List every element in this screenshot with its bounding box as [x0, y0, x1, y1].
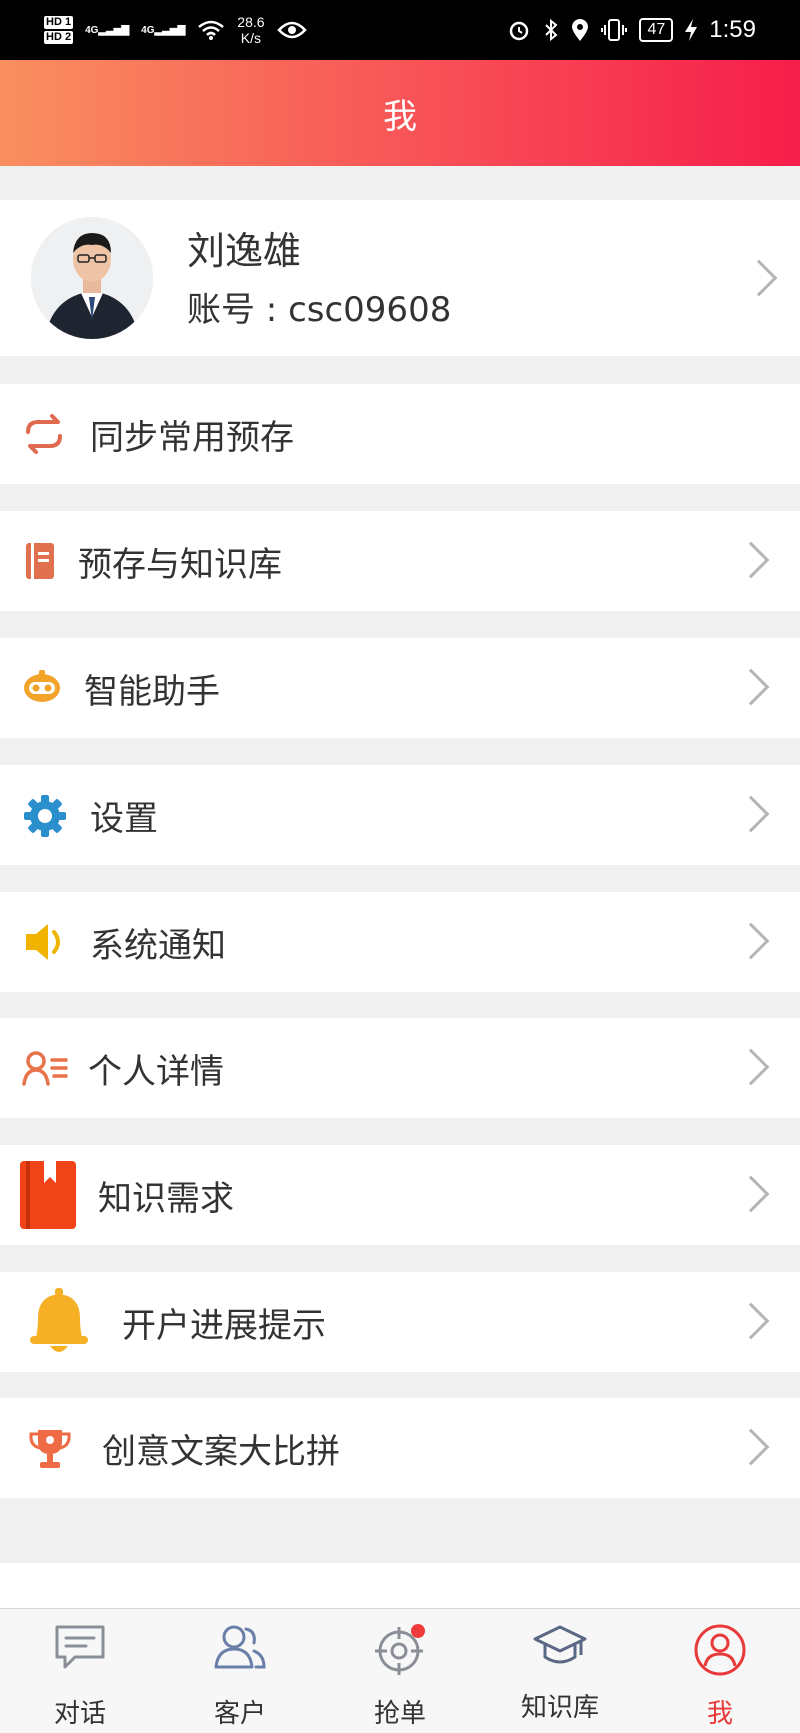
sync-icon — [20, 414, 68, 454]
wifi-icon — [198, 20, 225, 40]
menu-label: 预存与知识库 — [78, 544, 282, 585]
menu-item-settings[interactable]: 设置 — [0, 765, 800, 865]
speed-value: 28.6 — [237, 14, 265, 30]
menu-item-presets-knowledge[interactable]: 预存与知识库 — [0, 511, 800, 611]
tab-bar: 对话 客户 抢单 知识库 我 — [0, 1608, 800, 1733]
red-book-icon — [20, 1161, 76, 1229]
tab-customers[interactable]: 客户 — [160, 1609, 320, 1733]
status-bar-left: HD 1 HD 2 4G▂▃▅▇ 4G▂▃▅▇ 28.6 K/s — [44, 14, 307, 46]
tab-label: 客户 — [213, 1699, 266, 1729]
menu-item-knowledge-needs[interactable]: 知识需求 — [0, 1145, 800, 1245]
chevron-right-icon — [732, 922, 770, 960]
chevron-right-icon — [732, 1048, 770, 1086]
status-bar-right: 47 1:59 — [507, 16, 756, 44]
signal-2-icon: 4G▂▃▅▇ — [141, 24, 186, 36]
clock: 1:59 — [709, 16, 756, 43]
hd1-label: HD 1 — [44, 16, 74, 29]
chevron-right-icon — [732, 1175, 770, 1213]
menu-item-notifications[interactable]: 系统通知 — [0, 892, 800, 992]
menu-item-copywriting-contest[interactable]: 创意文案大比拼 — [0, 1398, 800, 1498]
menu-item-personal-details[interactable]: 个人详情 — [0, 1018, 800, 1118]
tab-grab-order[interactable]: 抢单 — [320, 1609, 480, 1733]
trophy-icon — [28, 1428, 72, 1470]
menu-label: 知识需求 — [98, 1178, 234, 1219]
person-list-icon — [22, 1050, 68, 1086]
menu-item-account-progress[interactable]: 开户进展提示 — [0, 1272, 800, 1372]
profile-name: 刘逸雄 — [187, 228, 302, 273]
alarm-icon — [510, 21, 529, 41]
menu-label: 设置 — [90, 798, 158, 839]
robot-icon — [22, 670, 62, 704]
customers-icon — [212, 1623, 268, 1675]
chevron-right-icon — [732, 668, 770, 706]
tab-knowledge-base[interactable]: 知识库 — [480, 1609, 640, 1733]
menu-item-assistant[interactable]: 智能助手 — [0, 638, 800, 738]
chat-icon — [53, 1623, 107, 1675]
page-title: 我 — [383, 96, 417, 137]
target-icon — [372, 1623, 428, 1679]
profile-icon — [693, 1623, 747, 1681]
signal-1-icon: 4G▂▃▅▇ — [85, 24, 130, 36]
menu-label: 系统通知 — [90, 925, 226, 966]
menu-label: 智能助手 — [84, 671, 220, 712]
eye-icon — [276, 21, 307, 39]
menu-item-sync[interactable]: 同步常用预存 — [0, 384, 800, 484]
menu-label: 同步常用预存 — [90, 417, 294, 458]
location-icon — [572, 19, 589, 41]
menu-label: 个人详情 — [88, 1051, 224, 1092]
page-header: 我 — [0, 60, 800, 166]
gear-icon — [24, 795, 66, 837]
chevron-right-icon — [732, 1428, 770, 1466]
tab-me[interactable]: 我 — [640, 1609, 800, 1733]
book-icon — [26, 543, 54, 579]
net2-label: 4G — [141, 24, 155, 36]
vibrate-icon — [601, 19, 628, 41]
speaker-icon — [26, 922, 64, 962]
chevron-right-icon — [732, 541, 770, 579]
chevron-right-icon — [732, 795, 770, 833]
bluetooth-icon — [545, 18, 558, 42]
tab-label: 我 — [706, 1699, 733, 1729]
menu-label: 开户进展提示 — [122, 1305, 326, 1346]
tab-chat[interactable]: 对话 — [0, 1609, 160, 1733]
bell-icon — [28, 1288, 90, 1354]
avatar — [31, 217, 153, 339]
charging-icon — [685, 19, 698, 41]
chevron-right-icon — [732, 1302, 770, 1340]
chevron-right-icon — [740, 259, 778, 297]
menu-label: 创意文案大比拼 — [102, 1431, 340, 1472]
bottom-spacer — [0, 1563, 800, 1608]
hd2-label: HD 2 — [44, 31, 74, 44]
battery-indicator: 47 — [639, 18, 674, 42]
tab-label: 抢单 — [373, 1699, 426, 1729]
network-speed: 28.6 K/s — [237, 14, 264, 46]
tab-label: 对话 — [53, 1699, 106, 1729]
profile-account: 账号 : csc09608 — [187, 289, 452, 330]
graduation-cap-icon — [533, 1623, 587, 1673]
status-bar: HD 1 HD 2 4G▂▃▅▇ 4G▂▃▅▇ 28.6 K/s 47 1:59 — [0, 0, 800, 60]
speed-unit: K/s — [240, 30, 262, 46]
tab-label: 知识库 — [520, 1693, 599, 1723]
hd-indicator: HD 1 HD 2 — [44, 15, 74, 45]
avatar-image — [31, 217, 153, 339]
profile-info: 刘逸雄 账号 : csc09608 — [187, 226, 451, 331]
net1-label: 4G — [85, 24, 99, 36]
profile-card[interactable]: 刘逸雄 账号 : csc09608 — [0, 200, 800, 356]
